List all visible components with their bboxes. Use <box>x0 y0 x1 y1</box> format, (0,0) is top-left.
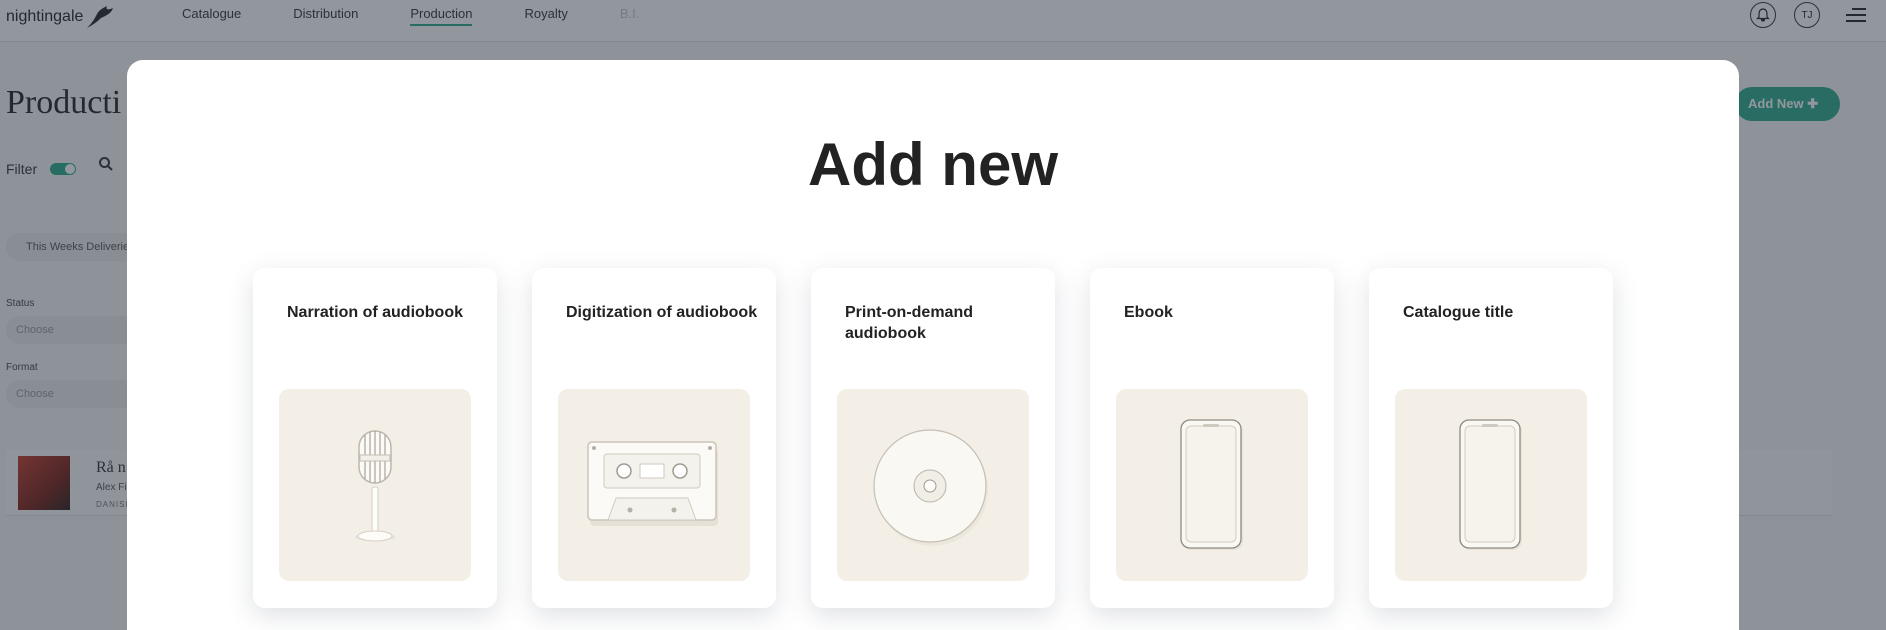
cassette-icon <box>587 441 718 526</box>
card-image <box>279 389 471 581</box>
phone-icon <box>1180 419 1243 550</box>
card-image <box>1116 389 1308 581</box>
modal-title: Add new <box>808 131 1058 198</box>
option-cards: Narration of audiobook Digitization of a… <box>253 268 1648 608</box>
card-label: Ebook <box>1124 304 1173 321</box>
option-card-digitization[interactable]: Digitization of audiobook <box>532 268 776 608</box>
card-image <box>558 389 750 581</box>
microphone-icon <box>355 430 395 542</box>
option-card-narration[interactable]: Narration of audiobook <box>253 268 497 608</box>
card-label: Narration of audiobook <box>287 304 463 321</box>
card-image <box>1395 389 1587 581</box>
card-label: Digitization of audiobook <box>566 304 758 321</box>
phone-icon <box>1459 419 1522 550</box>
option-card-print-on-demand[interactable]: Print-on-demand audiobook <box>811 268 1055 608</box>
option-card-catalogue-title[interactable]: Catalogue title <box>1369 268 1613 608</box>
cd-icon <box>873 429 988 546</box>
add-new-modal: Add new Narration of audiobook Digitizat… <box>127 60 1739 630</box>
card-label: Print-on-demand audiobook <box>845 304 973 342</box>
card-label: Catalogue title <box>1403 304 1514 321</box>
option-card-ebook[interactable]: Ebook <box>1090 268 1334 608</box>
card-image <box>837 389 1029 581</box>
